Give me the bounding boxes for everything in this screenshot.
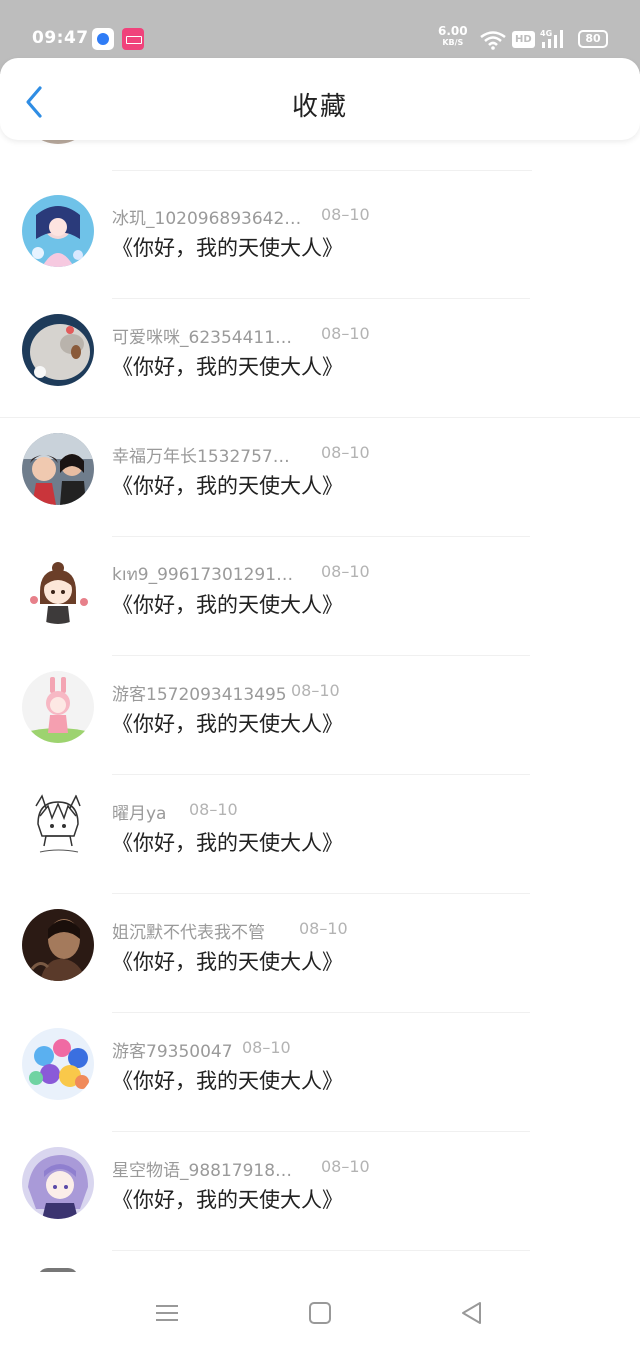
network-speed: 6.00 KB/S xyxy=(438,24,468,48)
date-label: 08–10 xyxy=(321,324,370,343)
date-label: 08–10 xyxy=(242,1038,291,1057)
date-label: 08–10 xyxy=(291,681,340,700)
user-name: 姐沉默不代表我不管 xyxy=(112,923,265,943)
user-name: 幸福万年长1532757… xyxy=(112,447,290,467)
list-item[interactable]: 幸福万年长1532757… 08–10 《你好，我的天使大人》 xyxy=(0,418,640,537)
list-item[interactable]: 游客1572093413495 08–10 《你好，我的天使大人》 xyxy=(0,656,640,775)
avatar[interactable] xyxy=(22,433,94,505)
avatar[interactable] xyxy=(22,552,94,624)
app-notification-icon xyxy=(92,28,114,50)
network-speed-value: 6.00 xyxy=(438,24,468,38)
avatar[interactable] xyxy=(22,1028,94,1100)
avatar[interactable] xyxy=(22,671,94,743)
book-title[interactable]: 《你好，我的天使大人》 xyxy=(112,708,343,738)
divider xyxy=(112,170,532,171)
avatar[interactable] xyxy=(22,314,94,386)
back-nav-button[interactable] xyxy=(457,1298,487,1328)
wifi-icon xyxy=(480,31,506,50)
battery-indicator: 80 xyxy=(578,30,608,48)
home-button[interactable] xyxy=(305,1298,335,1328)
system-nav-bar xyxy=(0,1272,640,1351)
user-name: 游客1572093413495 xyxy=(112,685,287,705)
user-name: kıท9_99617301291… xyxy=(112,565,294,585)
user-name: 星空物语_98817918… xyxy=(112,1161,293,1181)
book-title[interactable]: 《你好，我的天使大人》 xyxy=(112,1184,343,1214)
book-title[interactable]: 《你好，我的天使大人》 xyxy=(112,232,343,262)
hd-badge: HD xyxy=(512,31,535,48)
avatar[interactable] xyxy=(22,140,94,144)
date-label: 08–10 xyxy=(299,919,348,938)
app-notification-icon-2 xyxy=(122,28,144,50)
triangle-back-icon xyxy=(462,1302,481,1324)
list-item[interactable]: 星空物语_98817918… 08–10 《你好，我的天使大人》 xyxy=(0,1132,640,1251)
list-item[interactable]: 可爱咪咪_62354411… 08–10 《你好，我的天使大人》 xyxy=(0,299,640,418)
list-item[interactable]: 姐沉默不代表我不管 08–10 《你好，我的天使大人》 xyxy=(0,894,640,1013)
page-title: 收藏 xyxy=(291,92,348,122)
divider xyxy=(112,1250,530,1251)
user-name: 冰玑_102096893642… xyxy=(112,209,302,229)
avatar[interactable] xyxy=(22,1147,94,1219)
list-item[interactable]: 游客79350047 08–10 《你好，我的天使大人》 xyxy=(0,1013,640,1132)
book-title[interactable]: 《你好，我的天使大人》 xyxy=(112,589,343,619)
list-item[interactable]: kıท9_99617301291… 08–10 《你好，我的天使大人》 xyxy=(0,537,640,656)
book-title[interactable]: 《你好，我的天使大人》 xyxy=(112,827,343,857)
book-title[interactable]: 《你好，我的天使大人》 xyxy=(112,351,343,381)
menu-icon xyxy=(156,1305,178,1321)
book-title[interactable]: 《你好，我的天使大人》 xyxy=(112,1065,343,1095)
avatar[interactable] xyxy=(22,195,94,267)
network-speed-unit: KB/S xyxy=(442,38,464,47)
signal-icon: 4G xyxy=(540,29,563,48)
avatar[interactable] xyxy=(22,909,94,981)
book-title[interactable]: 《你好，我的天使大人》 xyxy=(112,470,343,500)
user-name: 游客79350047 xyxy=(112,1042,233,1062)
header-bar: 收藏 xyxy=(0,58,640,140)
menu-button[interactable] xyxy=(152,1298,182,1328)
book-title[interactable]: 《你好，我的天使大人》 xyxy=(112,946,343,976)
square-icon xyxy=(309,1302,331,1324)
favorites-list: 冰玑_102096893642… 08–10 《你好，我的天使大人》 可爱咪咪_… xyxy=(0,140,640,1272)
date-label: 08–10 xyxy=(321,443,370,462)
date-label: 08–10 xyxy=(321,205,370,224)
network-type-label: 4G xyxy=(540,29,552,38)
date-label: 08–10 xyxy=(189,800,238,819)
user-name: 可爱咪咪_62354411… xyxy=(112,328,293,348)
date-label: 08–10 xyxy=(321,562,370,581)
status-time: 09:47 xyxy=(32,28,89,48)
list-item[interactable]: 冰玑_102096893642… 08–10 《你好，我的天使大人》 xyxy=(0,180,640,299)
date-label: 08–10 xyxy=(321,1157,370,1176)
user-name: 曜月ya xyxy=(112,804,167,824)
avatar[interactable] xyxy=(22,790,94,862)
list-item[interactable]: 曜月ya 08–10 《你好，我的天使大人》 xyxy=(0,775,640,894)
